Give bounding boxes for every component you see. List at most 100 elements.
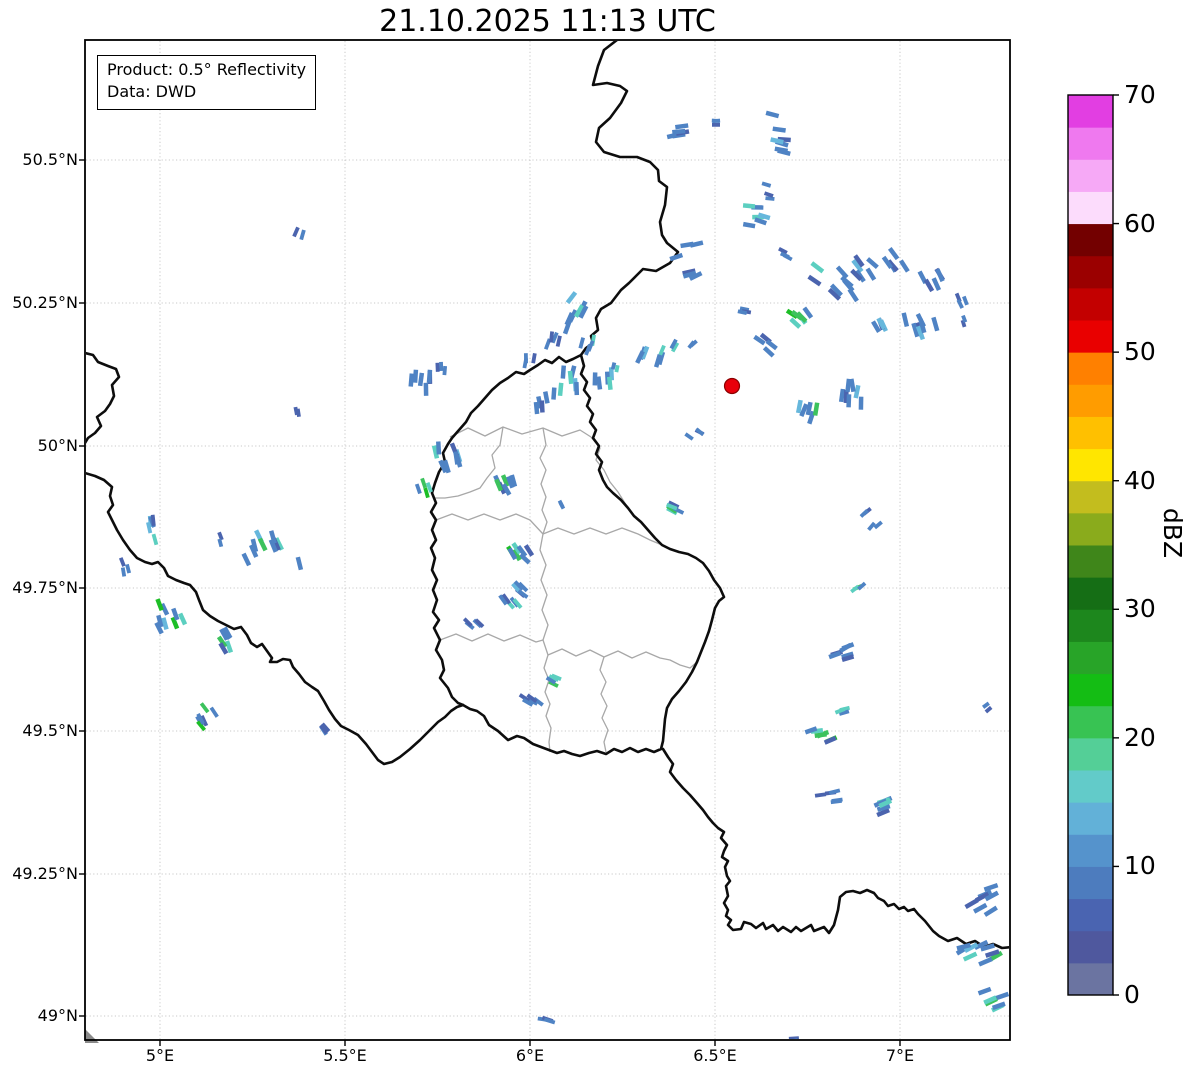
echo-cluster xyxy=(241,529,304,571)
colorbar-tick-label: 70 xyxy=(1124,80,1156,109)
radar-echoes xyxy=(118,110,1009,1039)
colorbar-band xyxy=(1068,866,1113,900)
colorbar-band xyxy=(1068,384,1113,417)
echo-cluster xyxy=(511,580,529,599)
echo-cluster xyxy=(917,267,946,293)
echo-cluster xyxy=(834,705,851,716)
echo-cluster xyxy=(665,500,685,516)
colorbar-band xyxy=(1068,802,1113,835)
colorbar-tick-label: 50 xyxy=(1124,337,1156,367)
echo-cluster xyxy=(737,306,752,316)
echo-cluster xyxy=(828,642,855,663)
echo-cluster xyxy=(658,338,680,356)
echo-cluster xyxy=(964,883,1000,917)
echo-cluster xyxy=(742,203,771,229)
echo-cluster xyxy=(537,1015,556,1025)
colorbar-band xyxy=(1068,705,1113,739)
colorbar-band xyxy=(1068,320,1113,353)
x-axis-tick-label: 6°E xyxy=(515,1046,545,1065)
echo-cluster xyxy=(954,292,969,309)
echo-cluster xyxy=(562,291,589,335)
y-axis-tick-label: 50°N xyxy=(37,436,78,455)
echo-cluster xyxy=(118,557,132,577)
echo-cluster xyxy=(684,427,705,441)
colorbar-band xyxy=(1068,127,1113,160)
colorbar-band xyxy=(1068,737,1113,771)
y-axis-tick-label: 50.5°N xyxy=(22,150,78,169)
axis-ticks xyxy=(79,159,901,1046)
colorbar-band xyxy=(1068,512,1113,546)
echo-cluster xyxy=(557,365,580,397)
echo-cluster xyxy=(635,345,666,368)
echo-cluster xyxy=(414,477,433,499)
product-label: Product: 0.5° Reflectivity xyxy=(107,60,307,79)
x-axis-tick-label: 7°E xyxy=(885,1046,915,1065)
x-axis-tick-label: 5°E xyxy=(145,1046,175,1065)
echo-cluster xyxy=(217,531,224,548)
colorbar-tick-label: 60 xyxy=(1124,208,1156,238)
colorbar-tick-label: 40 xyxy=(1124,465,1156,495)
echo-cluster xyxy=(533,387,557,415)
colorbar-band xyxy=(1068,223,1113,257)
y-axis-tick-label: 49.5°N xyxy=(22,721,78,740)
echo-cluster xyxy=(518,693,544,707)
colorbar-band xyxy=(1068,577,1113,610)
regional-borders xyxy=(435,426,698,753)
echo-cluster xyxy=(814,788,843,805)
echo-cluster xyxy=(493,474,518,496)
colorbar-band xyxy=(1068,159,1113,192)
colorbar-tick-label: 10 xyxy=(1124,851,1156,881)
echo-cluster xyxy=(873,795,893,818)
colorbar-band xyxy=(1068,95,1113,128)
echo-cluster xyxy=(982,701,993,714)
colorbar-band xyxy=(1068,448,1113,482)
map-canvas xyxy=(79,39,1119,1046)
colorbar-band xyxy=(1068,641,1113,675)
colorbar-band xyxy=(1068,834,1113,867)
echo-cluster xyxy=(838,378,864,410)
echo-cluster xyxy=(154,598,188,635)
colorbar-tick-label: 0 xyxy=(1124,980,1140,1009)
colorbar xyxy=(1067,94,1119,996)
echo-cluster xyxy=(195,702,219,732)
echo-cluster xyxy=(785,306,814,329)
colorbar-tick-label: 30 xyxy=(1124,594,1156,624)
x-axis-tick-label: 5.5°E xyxy=(323,1046,367,1065)
echo-cluster xyxy=(850,254,879,283)
echo-cluster xyxy=(498,593,523,610)
echo-cluster xyxy=(807,259,864,303)
plot-frame xyxy=(84,39,1011,1041)
colorbar-tick-label: 20 xyxy=(1124,722,1156,752)
y-axis-tick-label: 49.75°N xyxy=(12,578,78,597)
echo-cluster xyxy=(543,331,562,350)
colorbar-band xyxy=(1068,930,1113,964)
map-corner-artifact xyxy=(85,1029,99,1043)
echo-cluster xyxy=(146,514,159,546)
echo-cluster xyxy=(881,247,910,273)
colorbar-band xyxy=(1068,898,1113,932)
colorbar-band xyxy=(1068,609,1113,642)
echo-cluster xyxy=(977,986,1009,1013)
colorbar-band xyxy=(1068,962,1113,996)
y-axis-tick-label: 49°N xyxy=(37,1006,78,1025)
echo-cluster xyxy=(557,499,566,510)
echo-cluster xyxy=(408,369,433,396)
echo-cluster xyxy=(666,123,690,140)
colorbar-axis-label: dBZ xyxy=(1158,507,1187,559)
echo-cluster xyxy=(901,312,940,341)
colorbar-band xyxy=(1068,545,1113,578)
echo-cluster xyxy=(687,339,698,350)
echo-cluster xyxy=(761,181,775,201)
colorbar-band xyxy=(1068,352,1113,385)
echo-cluster xyxy=(216,626,234,655)
echo-cluster xyxy=(859,507,883,532)
echo-cluster xyxy=(435,361,448,376)
echo-cluster xyxy=(765,110,791,157)
echo-cluster xyxy=(850,581,867,594)
colorbar-band xyxy=(1068,287,1113,321)
echo-cluster xyxy=(292,226,306,241)
echo-cluster xyxy=(462,617,485,630)
echo-cluster xyxy=(753,332,778,358)
gridlines xyxy=(86,41,1009,1039)
product-info-box: Product: 0.5° Reflectivity Data: DWD xyxy=(97,55,317,110)
